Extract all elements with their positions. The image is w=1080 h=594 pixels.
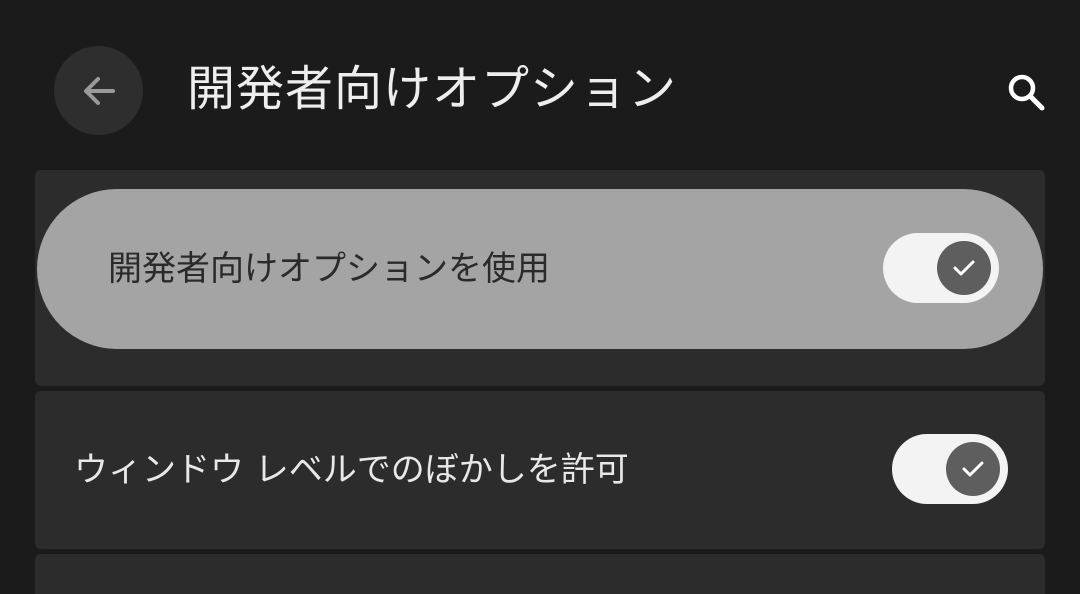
switch-thumb (937, 241, 991, 295)
window-blur-label: ウィンドウ レベルでのぼかしを許可 (74, 450, 629, 490)
search-icon (1008, 74, 1045, 111)
check-icon (962, 461, 984, 477)
arrow-back-icon (83, 76, 115, 105)
page-title: 開発者向けオプション (187, 61, 678, 117)
search-button[interactable] (996, 62, 1056, 122)
check-icon (953, 260, 975, 276)
use-developer-options-switch[interactable] (883, 233, 999, 303)
back-button[interactable] (54, 46, 143, 135)
window-blur-switch[interactable] (892, 434, 1008, 504)
settings-card-next (35, 554, 1045, 594)
developer-options-screen: 開発者向けオプション 開発者向けオプションを使用 ウィンドウ レベルでのぼかしを… (0, 0, 1080, 594)
switch-thumb (946, 442, 1000, 496)
use-developer-options-label: 開発者向けオプションを使用 (108, 249, 550, 289)
